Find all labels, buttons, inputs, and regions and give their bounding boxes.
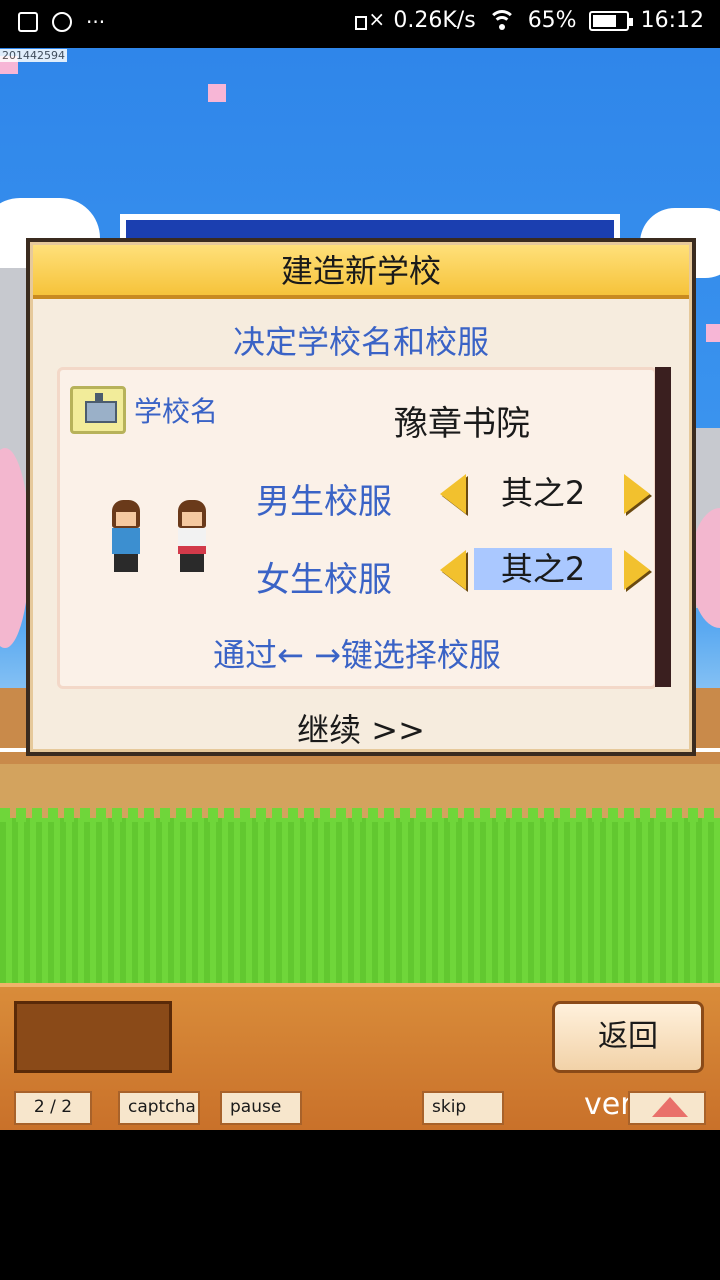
dialog-subtitle: 决定学校名和校服 xyxy=(232,323,489,361)
girl-uniform-next-arrow-icon[interactable] xyxy=(624,550,652,590)
captcha-button[interactable]: captcha xyxy=(118,1091,200,1125)
girl-uniform-label: 女生校服 xyxy=(256,560,392,600)
mute-icon xyxy=(355,7,385,32)
settings-panel: 学校名 豫章书院 男生校服 其之2 女生校服 其之2 通过← →键选择校服 xyxy=(57,367,657,689)
clock: 16:12 xyxy=(640,8,704,33)
girl-student-sprite xyxy=(170,500,214,572)
up-arrow-icon[interactable] xyxy=(628,1091,706,1125)
network-speed: 0.26K/s xyxy=(393,8,476,33)
girl-uniform-option[interactable]: 其之2 xyxy=(474,548,612,590)
uniform-hint: 通过← →键选择校服 xyxy=(213,636,501,674)
dialog-title: 建造新学校 xyxy=(33,245,689,299)
status-bar: ··· 0.26K/s 65% 16:12 xyxy=(0,0,720,48)
boy-uniform-next-arrow-icon[interactable] xyxy=(624,474,652,514)
new-school-dialog: 建造新学校 决定学校名和校服 学校名 豫章书院 男生校服 其之2 女生校服 其之… xyxy=(26,238,696,756)
grass xyxy=(0,808,720,983)
boy-student-sprite xyxy=(104,500,148,572)
battery-icon xyxy=(588,10,633,31)
image-icon xyxy=(18,12,38,32)
bottom-bar: 返回 2 / 2 captcha pause skip ver 4. xyxy=(0,983,720,1130)
back-button[interactable]: 返回 xyxy=(552,1001,704,1073)
school-name-label: 学校名 xyxy=(134,395,219,428)
skip-button[interactable]: skip xyxy=(422,1091,504,1125)
continue-button[interactable]: 继续 >> xyxy=(33,705,689,751)
battery-percent: 65% xyxy=(527,8,577,33)
boy-uniform-prev-arrow-icon[interactable] xyxy=(438,474,466,514)
school-icon xyxy=(70,386,126,434)
page-indicator-button[interactable]: 2 / 2 xyxy=(14,1091,92,1125)
bottom-black-area xyxy=(0,1130,720,1280)
overlay-id: 201442594 xyxy=(0,49,67,62)
petal-icon xyxy=(706,324,720,342)
wifi-icon xyxy=(487,9,516,32)
chat-icon xyxy=(52,12,72,32)
info-box xyxy=(14,1001,172,1073)
girl-uniform-prev-arrow-icon[interactable] xyxy=(438,550,466,590)
school-name-field[interactable]: 豫章书院 xyxy=(394,396,530,445)
pause-button[interactable]: pause xyxy=(220,1091,302,1125)
petal-icon xyxy=(208,84,226,102)
boy-uniform-label: 男生校服 xyxy=(256,482,392,522)
boy-uniform-option[interactable]: 其之2 xyxy=(474,472,612,514)
dialog-body: 建造新学校 决定学校名和校服 学校名 豫章书院 男生校服 其之2 女生校服 其之… xyxy=(30,242,692,752)
more-icon: ··· xyxy=(86,10,106,34)
panel-scrollbar[interactable] xyxy=(655,367,671,687)
